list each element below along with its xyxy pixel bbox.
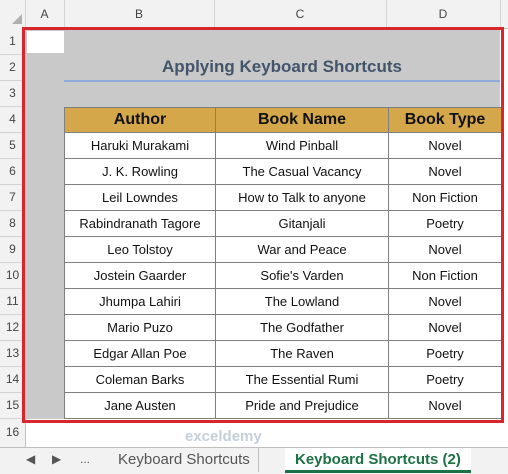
select-all-icon [12,14,22,24]
table-row: Jostein Gaarder Sofie's Varden Non Fiction [64,262,502,289]
header-author[interactable]: Author [64,107,216,133]
table-row: J. K. Rowling The Casual Vacancy Novel [64,158,502,185]
select-all-corner[interactable] [0,0,26,28]
cell-book-name[interactable]: Gitanjali [215,210,389,237]
tab-keyboard-shortcuts[interactable]: Keyboard Shortcuts [110,448,259,472]
column-header-a[interactable]: A [25,0,65,28]
cell-a1[interactable] [27,31,64,53]
row-header-12[interactable]: 12 [0,314,25,341]
cell-book-type[interactable]: Novel [388,392,502,419]
row-header-5[interactable]: 5 [0,132,25,159]
header-book-name[interactable]: Book Name [215,107,389,133]
books-table: Author Book Name Book Type Haruki Muraka… [64,107,502,419]
sheet-tab-bar: ◀ ▶ ... Keyboard Shortcuts Keyboard Shor… [0,447,508,474]
more-sheets-button[interactable]: ... [80,452,90,466]
watermark: exceldemy [185,428,262,445]
column-header-c[interactable]: C [214,0,387,28]
cell-book-type[interactable]: Novel [388,236,502,263]
row-header-1[interactable]: 1 [0,28,25,55]
table-row: Rabindranath Tagore Gitanjali Poetry [64,210,502,237]
row-header-16[interactable]: 16 [0,418,25,446]
row-header-15[interactable]: 15 [0,392,25,419]
cell-book-type[interactable]: Novel [388,132,502,159]
cell-author[interactable]: Edgar Allan Poe [64,340,216,367]
row-header-13[interactable]: 13 [0,340,25,367]
cell-author[interactable]: Coleman Barks [64,366,216,393]
cell-book-name[interactable]: Wind Pinball [215,132,389,159]
cell-book-type[interactable]: Non Fiction [388,184,502,211]
cell-book-name[interactable]: The Casual Vacancy [215,158,389,185]
table-row: Jane Austen Pride and Prejudice Novel [64,392,502,419]
cell-book-name[interactable]: War and Peace [215,236,389,263]
row-header-8[interactable]: 8 [0,210,25,237]
cell-author[interactable]: Jhumpa Lahiri [64,288,216,315]
cell-book-name[interactable]: Pride and Prejudice [215,392,389,419]
cell-book-type[interactable]: Novel [388,288,502,315]
table-row: Jhumpa Lahiri The Lowland Novel [64,288,502,315]
table-row: Mario Puzo The Godfather Novel [64,314,502,341]
tab-keyboard-shortcuts-2[interactable]: Keyboard Shortcuts (2) [285,448,471,473]
table-row: Leo Tolstoy War and Peace Novel [64,236,502,263]
row-header-3[interactable]: 3 [0,80,25,107]
cell-author[interactable]: Leo Tolstoy [64,236,216,263]
cell-book-name[interactable]: The Lowland [215,288,389,315]
row-header-2[interactable]: 2 [0,54,25,81]
cell-book-type[interactable]: Poetry [388,340,502,367]
cell-author[interactable]: Jostein Gaarder [64,262,216,289]
row-header-9[interactable]: 9 [0,236,25,263]
title-underline [64,80,500,82]
cell-book-name[interactable]: Sofie's Varden [215,262,389,289]
cell-book-type[interactable]: Poetry [388,210,502,237]
cell-author[interactable]: Jane Austen [64,392,216,419]
next-sheet-icon[interactable]: ▶ [52,452,61,466]
cell-book-type[interactable]: Poetry [388,366,502,393]
row-header-6[interactable]: 6 [0,158,25,185]
cell-author[interactable]: Rabindranath Tagore [64,210,216,237]
cell-author[interactable]: J. K. Rowling [64,158,216,185]
table-row: Coleman Barks The Essential Rumi Poetry [64,366,502,393]
column-header-d[interactable]: D [386,0,501,28]
prev-sheet-icon[interactable]: ◀ [26,452,35,466]
row-header-bar: 1 2 3 4 5 6 7 8 9 10 11 12 13 14 15 16 [0,28,26,447]
row-header-7[interactable]: 7 [0,184,25,211]
cell-book-name[interactable]: How to Talk to anyone [215,184,389,211]
column-header-bar: A B C D [0,0,508,29]
table-row: Leil Lowndes How to Talk to anyone Non Fic… [64,184,502,211]
row-header-11[interactable]: 11 [0,288,25,315]
row-header-10[interactable]: 10 [0,262,25,289]
cell-book-name[interactable]: The Raven [215,340,389,367]
row-header-14[interactable]: 14 [0,366,25,393]
sheet-title[interactable]: Applying Keyboard Shortcuts [64,54,500,80]
row-header-4[interactable]: 4 [0,106,25,133]
cell-author[interactable]: Haruki Murakami [64,132,216,159]
table-row: Edgar Allan Poe The Raven Poetry [64,340,502,367]
header-book-type[interactable]: Book Type [388,107,502,133]
column-header-b[interactable]: B [64,0,215,28]
cell-book-name[interactable]: The Godfather [215,314,389,341]
table-row: Haruki Murakami Wind Pinball Novel [64,132,502,159]
cell-author[interactable]: Leil Lowndes [64,184,216,211]
cell-author[interactable]: Mario Puzo [64,314,216,341]
cell-book-type[interactable]: Non Fiction [388,262,502,289]
cell-book-name[interactable]: The Essential Rumi [215,366,389,393]
table-header-row: Author Book Name Book Type [64,107,502,133]
cell-book-type[interactable]: Novel [388,158,502,185]
cell-book-type[interactable]: Novel [388,314,502,341]
